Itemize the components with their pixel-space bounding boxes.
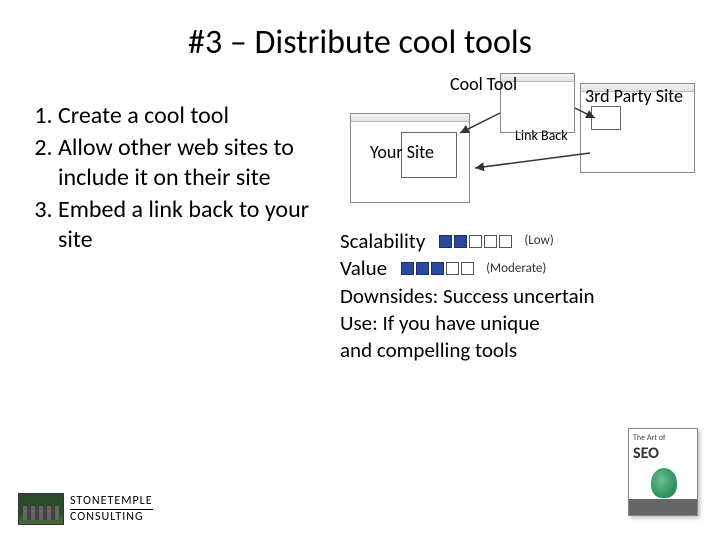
slide-title: #3 – Distribute cool tools: [0, 0, 720, 73]
square-icon: [431, 262, 444, 275]
list-item: Create a cool tool: [58, 101, 340, 131]
square-icon: [446, 262, 459, 275]
slide-content: Create a cool tool Allow other web sites…: [0, 73, 720, 364]
book-subtitle: The Art of: [633, 433, 693, 443]
metrics: Scalability (Low) Value: [340, 228, 700, 364]
value-rating: (Moderate): [486, 261, 546, 278]
list-item: Allow other web sites to include it on t…: [58, 133, 340, 193]
numbered-list: Create a cool tool Allow other web sites…: [30, 101, 340, 255]
logo-image-icon: [18, 493, 64, 525]
value-squares: [401, 262, 474, 275]
list-item: Embed a link back to your site: [58, 195, 340, 255]
book-band: [629, 499, 697, 515]
book-cover: The Art of SEO: [628, 428, 698, 516]
right-column: Cool Tool Your Site 3rd Party Site Link …: [340, 73, 700, 364]
square-icon: [484, 235, 497, 248]
your-site-label: Your Site: [370, 143, 434, 162]
embedded-tool-box: [591, 106, 621, 130]
company-logo: STONETEMPLE CONSULTING: [18, 493, 153, 525]
logo-text: STONETEMPLE CONSULTING: [70, 495, 153, 523]
scalability-rating: (Low): [524, 233, 553, 250]
cool-tool-label: Cool Tool: [450, 75, 517, 94]
window-toolbar: [351, 114, 469, 122]
scalability-squares: [439, 235, 512, 248]
left-column: Create a cool tool Allow other web sites…: [30, 73, 340, 364]
use-text: Use: If you have unique and compelling t…: [340, 310, 560, 365]
square-icon: [469, 235, 482, 248]
diagram: Cool Tool Your Site 3rd Party Site Link …: [340, 73, 700, 218]
book-title: SEO: [633, 444, 693, 463]
link-back-label: Link Back: [515, 128, 568, 143]
value-row: Value (Moderate): [340, 255, 700, 282]
square-icon: [401, 262, 414, 275]
logo-line1: STONETEMPLE: [70, 495, 153, 510]
logo-line2: CONSULTING: [70, 511, 153, 524]
square-icon: [454, 235, 467, 248]
value-label: Value: [340, 255, 387, 282]
square-icon: [499, 235, 512, 248]
scalability-label: Scalability: [340, 228, 425, 255]
downsides-text: Downsides: Success uncertain: [340, 283, 700, 310]
square-icon: [461, 262, 474, 275]
scalability-row: Scalability (Low): [340, 228, 700, 255]
third-party-label: 3rd Party Site: [585, 87, 683, 106]
square-icon: [439, 235, 452, 248]
square-icon: [416, 262, 429, 275]
